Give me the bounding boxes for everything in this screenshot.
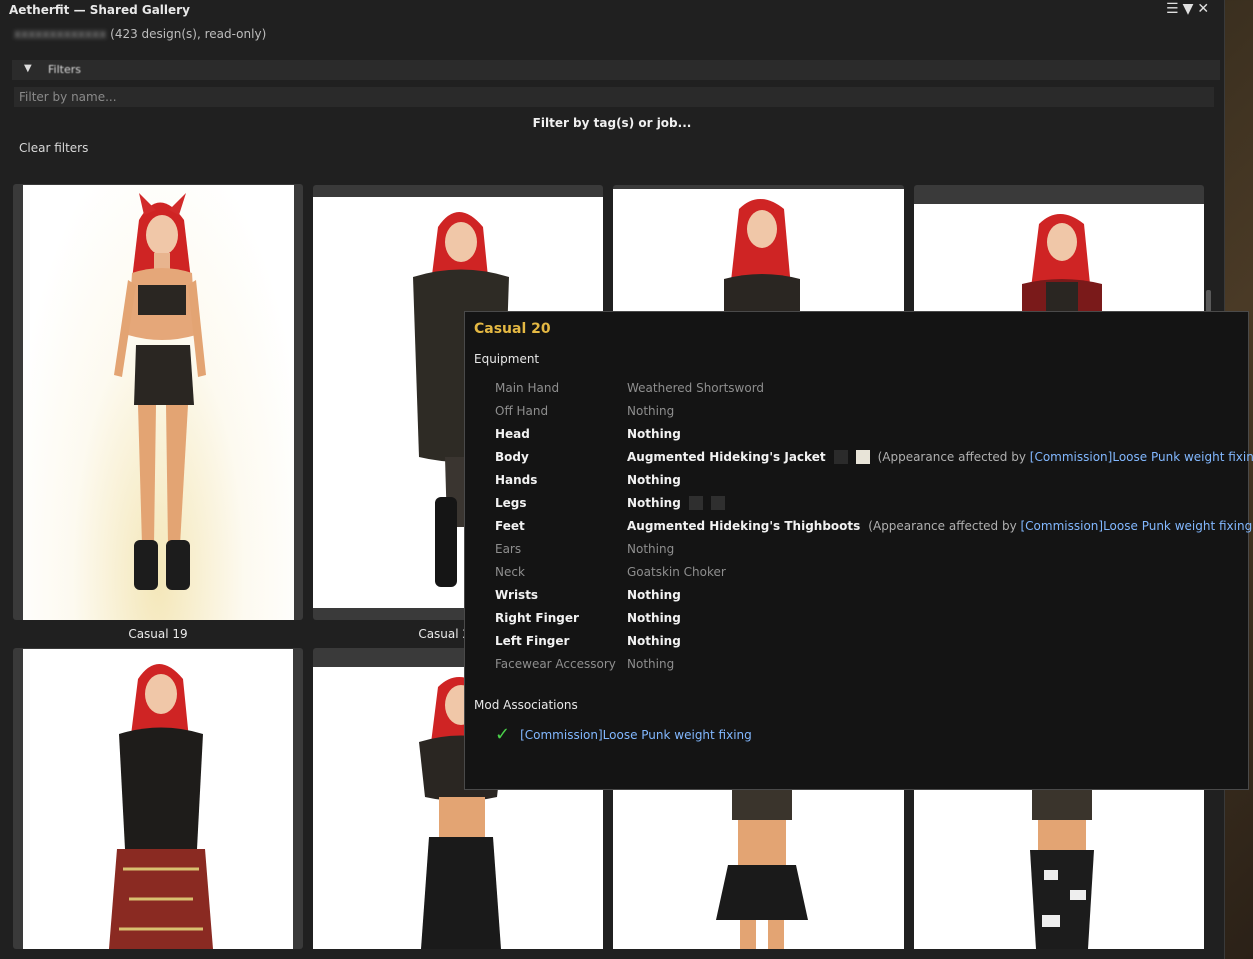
window-title: Aetherfit — Shared Gallery [9, 3, 190, 17]
card-thumbnail [23, 185, 294, 620]
equipment-slot: Hands [495, 473, 538, 487]
appearance-note-prefix: (Appearance affected by [877, 450, 1030, 464]
window-controls: ☰ ▼ ✕ [1166, 1, 1209, 17]
equipment-item: Nothing [627, 588, 681, 602]
gallery-card-4[interactable] [914, 185, 1204, 315]
appearance-note-link[interactable]: [Commission]Loose Punk weight fixing [1021, 519, 1253, 533]
appearance-note-link[interactable]: [Commission]Loose Punk weight fixing [1030, 450, 1253, 464]
filters-collapsing-header[interactable]: ▼ Filters [12, 60, 1220, 80]
design-count: (423 design(s), read-only) [110, 27, 267, 41]
equipment-item: Nothing [627, 634, 681, 648]
equipment-item-name: Nothing [627, 542, 675, 556]
title-bar[interactable]: Aetherfit — Shared Gallery ☰ ▼ ✕ [0, 0, 1224, 20]
equipment-item-name: Nothing [627, 588, 681, 602]
equipment-item: Nothing [627, 496, 725, 510]
equipment-item-name: Nothing [627, 427, 681, 441]
card-thumbnail [914, 204, 1204, 315]
card-caption: Casual 19 [128, 627, 188, 641]
character-figure [1022, 214, 1102, 315]
equipment-slot: Off Hand [495, 404, 549, 418]
appearance-note: (Appearance affected by [Commission]Loos… [868, 519, 1253, 533]
dye-swatch [710, 496, 725, 510]
mod-link[interactable]: [Commission]Loose Punk weight fixing [520, 728, 752, 742]
equipment-slot: Facewear Accessory [495, 657, 616, 671]
mod-association-row: ✓ [Commission]Loose Punk weight fixing [495, 724, 752, 745]
equipment-item: Nothing [627, 611, 681, 625]
mods-heading: Mod Associations [474, 698, 578, 712]
character-figure [723, 199, 800, 315]
gallery-scrollbar[interactable] [1206, 290, 1211, 312]
filters-header-label: Filters [48, 63, 81, 76]
name-filter-input[interactable] [14, 87, 1214, 107]
equipment-slot: Body [495, 450, 529, 464]
gallery-card-1[interactable] [13, 184, 303, 620]
design-tooltip: Casual 20 Equipment Main Hand Weathered S… [464, 311, 1253, 790]
character-figure [1030, 780, 1094, 949]
equipment-item-name: Weathered Shortsword [627, 381, 765, 395]
dye-swatch [855, 450, 870, 464]
equipment-slot: Head [495, 427, 530, 441]
owner-name: xxxxxxxxxxxxx [14, 27, 107, 41]
tooltip-title: Casual 20 [474, 321, 551, 337]
equipment-item-name: Nothing [627, 657, 675, 671]
card-thumbnail [23, 649, 293, 949]
equipment-slot: Ears [495, 542, 522, 556]
equipment-item-name: Augmented Hideking's Jacket [627, 450, 826, 464]
equipment-item-name: Nothing [627, 473, 681, 487]
equipment-item: Nothing [627, 427, 681, 441]
clear-filters-button[interactable]: Clear filters [19, 141, 88, 155]
dye-swatch [833, 450, 848, 464]
equipment-slot: Legs [495, 496, 527, 510]
expand-arrow-icon: ▼ [24, 63, 32, 74]
equipment-item: Nothing [627, 657, 674, 671]
menu-icon[interactable]: ☰ [1166, 1, 1179, 17]
equipment-item: Augmented Hideking's Jacket (Appearance a… [627, 450, 1253, 464]
equipment-item: Augmented Hideking's Thighboots (Appearan… [627, 519, 1253, 533]
character-figure [109, 664, 213, 949]
equipment-slot: Neck [495, 565, 525, 579]
equipment-item-name: Nothing [627, 404, 675, 418]
equipment-item-name: Nothing [627, 611, 681, 625]
equipment-item-name: Goatskin Choker [627, 565, 726, 579]
tag-filter-button[interactable]: Filter by tag(s) or job... [12, 116, 1212, 134]
close-icon[interactable]: ✕ [1197, 1, 1209, 17]
equipment-heading: Equipment [474, 352, 540, 366]
equipment-item: Goatskin Choker [627, 565, 726, 579]
collapse-icon[interactable]: ▼ [1183, 1, 1194, 17]
card-thumbnail [613, 780, 904, 949]
appearance-note-prefix: (Appearance affected by [868, 519, 1021, 533]
gallery-card-7[interactable] [613, 780, 904, 949]
equipment-item-name: Augmented Hideking's Thighboots [627, 519, 861, 533]
gallery-card-8[interactable] [914, 780, 1204, 949]
equipment-item-name: Nothing [627, 496, 681, 510]
equipment-slot: Left Finger [495, 634, 570, 648]
equipment-item: Weathered Shortsword [627, 381, 764, 395]
gallery-card-3[interactable] [613, 185, 904, 315]
appearance-note: (Appearance affected by [Commission]Loos… [878, 450, 1253, 464]
equipment-slot: Right Finger [495, 611, 579, 625]
gallery-card-5[interactable] [13, 648, 303, 949]
equipment-slot: Main Hand [495, 381, 560, 395]
dye-swatch [688, 496, 703, 510]
equipment-slot: Feet [495, 519, 525, 533]
character-figure [715, 780, 808, 949]
card-thumbnail [613, 189, 904, 315]
card-thumbnail [914, 780, 1204, 949]
character-figure [113, 193, 206, 590]
equipment-item: Nothing [627, 473, 681, 487]
gallery-subtitle: xxxxxxxxxxxxx (423 design(s), read-only) [14, 27, 266, 41]
check-icon: ✓ [495, 724, 511, 745]
equipment-item-name: Nothing [627, 634, 681, 648]
equipment-slot: Wrists [495, 588, 539, 602]
equipment-item: Nothing [627, 404, 674, 418]
equipment-item: Nothing [627, 542, 674, 556]
